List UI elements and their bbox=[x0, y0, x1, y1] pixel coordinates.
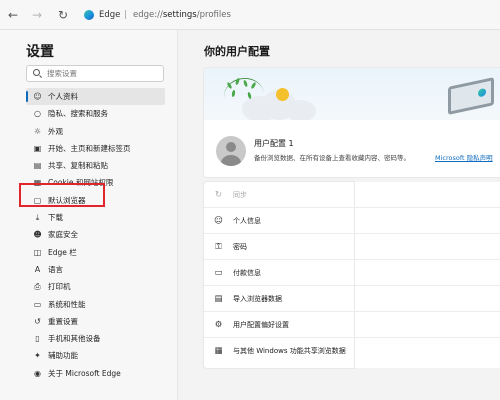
row-profile-preferences[interactable]: ⚙ 用户配置偏好设置 bbox=[204, 312, 500, 338]
system-icon: ▭ bbox=[33, 299, 42, 309]
card-icon: ▭ bbox=[214, 268, 223, 278]
profile-settings-list: ↻ 同步 ☺ 个人信息 ⚿ 密码 ▭ 付款信息 ▤ 导入浏览器数据 ⚙ 用户配置… bbox=[204, 182, 500, 368]
sidebar-item-privacy[interactable]: ○ 隐私、搜索和服务 bbox=[26, 105, 165, 122]
row-personal-info[interactable]: ☺ 个人信息 bbox=[204, 208, 500, 234]
search-input[interactable]: 搜索设置 bbox=[26, 65, 164, 82]
row-label: 个人信息 bbox=[233, 217, 261, 225]
sidebar-item-about[interactable]: ◉ 关于 Microsoft Edge bbox=[26, 365, 165, 382]
row-import-data[interactable]: ▤ 导入浏览器数据 bbox=[204, 286, 500, 312]
sidebar-item-profiles[interactable]: ☺ 个人资料 bbox=[26, 88, 165, 106]
share-icon: ▤ bbox=[33, 161, 42, 171]
reset-icon: ↺ bbox=[34, 316, 41, 326]
sidebar-item-label: 手机和其他设备 bbox=[48, 334, 101, 344]
search-icon bbox=[33, 69, 40, 76]
laptop-illustration bbox=[448, 77, 494, 115]
sidebar-item-label: Edge 栏 bbox=[48, 247, 77, 257]
lock-icon: ○ bbox=[34, 109, 41, 119]
printer-icon: ⎙ bbox=[34, 282, 41, 292]
windows-icon: ▦ bbox=[214, 346, 223, 356]
row-label: 同步 bbox=[233, 191, 247, 199]
row-label: 导入浏览器数据 bbox=[233, 295, 282, 303]
sync-icon: ↻ bbox=[214, 190, 223, 200]
sidebar-item-label: 家庭安全 bbox=[48, 230, 78, 240]
language-icon: A bbox=[34, 264, 41, 274]
profile-description: 备份浏览数据、在所有设备上查看收藏内容、密码等。 bbox=[254, 154, 410, 162]
sidebar-item-label: 语言 bbox=[48, 264, 63, 274]
sidebar-item-label: 打印机 bbox=[48, 282, 71, 292]
row-windows-share[interactable]: ▦ 与其他 Windows 功能共享浏览数据 bbox=[204, 338, 500, 364]
sidebar-title: 设置 bbox=[26, 44, 54, 60]
import-icon: ▤ bbox=[214, 294, 223, 304]
sidebar-item-label: 下载 bbox=[48, 213, 63, 223]
sidebar-item-label: 隐私、搜索和服务 bbox=[48, 109, 108, 119]
sidebar-item-appearance[interactable]: ☼ 外观 bbox=[26, 123, 165, 140]
profile-card: 用户配置 1 备份浏览数据、在所有设备上查看收藏内容、密码等。 Microsof… bbox=[204, 68, 500, 177]
sidebar-item-label: 共享、复制和粘贴 bbox=[48, 161, 108, 171]
settings-sidebar: 设置 搜索设置 ☺ 个人资料 ○ 隐私、搜索和服务 ☼ 外观 ▣ 开始、主页和新… bbox=[0, 30, 178, 400]
sidebar-item-reset[interactable]: ↺ 重置设置 bbox=[26, 313, 165, 330]
address-url[interactable]: edge://settings/profiles bbox=[133, 6, 231, 24]
profile-banner bbox=[204, 68, 500, 120]
edge-logo-icon bbox=[84, 10, 94, 20]
row-passwords[interactable]: ⚿ 密码 bbox=[204, 234, 500, 260]
row-label: 与其他 Windows 功能共享浏览数据 bbox=[233, 347, 346, 355]
sun-icon bbox=[276, 88, 289, 101]
person-icon: ☺ bbox=[214, 216, 223, 226]
sidebar-item-label: 系统和性能 bbox=[48, 299, 86, 309]
sidebar-item-label: 辅助功能 bbox=[48, 351, 78, 361]
address-bar[interactable]: Edge | edge://settings/profiles bbox=[84, 6, 484, 24]
sidebar-item-accessibility[interactable]: ✦ 辅助功能 bbox=[26, 347, 165, 364]
home-tab-icon: ▣ bbox=[33, 143, 42, 153]
sidebar-item-downloads[interactable]: ⤓ 下载 bbox=[26, 209, 165, 226]
search-placeholder: 搜索设置 bbox=[47, 69, 77, 78]
profile-settings-icon: ⚙ bbox=[214, 320, 223, 330]
person-icon: ☺ bbox=[33, 92, 42, 101]
sidebar-menu: ☺ 个人资料 ○ 隐私、搜索和服务 ☼ 外观 ▣ 开始、主页和新建标签页 ▤ 共… bbox=[26, 88, 165, 382]
highlight-box bbox=[19, 183, 105, 207]
sidebar-item-system[interactable]: ▭ 系统和性能 bbox=[26, 296, 165, 313]
profile-name: 用户配置 1 bbox=[254, 139, 294, 148]
row-payment-info[interactable]: ▭ 付款信息 bbox=[204, 260, 500, 286]
accessibility-icon: ✦ bbox=[34, 351, 41, 361]
sidebar-item-edge-bar[interactable]: ◫ Edge 栏 bbox=[26, 244, 165, 261]
sidebar-icon: ◫ bbox=[33, 247, 42, 257]
palette-icon: ☼ bbox=[33, 126, 42, 136]
arrow-left-icon[interactable]: ← bbox=[6, 8, 20, 22]
edge-icon: ◉ bbox=[34, 368, 41, 378]
phone-icon: ▯ bbox=[35, 334, 40, 344]
sidebar-item-languages[interactable]: A 语言 bbox=[26, 261, 165, 278]
row-sync[interactable]: ↻ 同步 bbox=[204, 182, 500, 208]
sidebar-item-label: 开始、主页和新建标签页 bbox=[48, 143, 131, 153]
family-icon: ☻ bbox=[33, 230, 42, 240]
download-icon: ⤓ bbox=[35, 213, 40, 223]
sidebar-item-family[interactable]: ☻ 家庭安全 bbox=[26, 226, 165, 243]
sidebar-item-label: 关于 Microsoft Edge bbox=[48, 368, 121, 378]
row-label: 付款信息 bbox=[233, 269, 261, 277]
reload-icon[interactable]: ↻ bbox=[56, 8, 70, 22]
privacy-statement-link[interactable]: Microsoft 隐私声明 bbox=[435, 152, 493, 162]
sidebar-item-phone[interactable]: ▯ 手机和其他设备 bbox=[26, 330, 165, 347]
address-bar-area: ← → ↻ Edge | edge://settings/profiles bbox=[0, 0, 500, 30]
page-title: 你的用户配置 bbox=[204, 45, 270, 58]
sidebar-item-start-home[interactable]: ▣ 开始、主页和新建标签页 bbox=[26, 140, 165, 157]
address-separator: | bbox=[124, 10, 127, 20]
key-icon: ⚿ bbox=[215, 242, 222, 252]
sidebar-item-label: 外观 bbox=[48, 126, 63, 136]
row-label: 用户配置偏好设置 bbox=[233, 321, 289, 329]
address-app-name: Edge bbox=[99, 10, 121, 20]
sidebar-item-label: 个人资料 bbox=[48, 92, 78, 101]
sidebar-item-share-copy[interactable]: ▤ 共享、复制和粘贴 bbox=[26, 157, 165, 174]
sidebar-item-printers[interactable]: ⎙ 打印机 bbox=[26, 278, 165, 295]
arrow-right-icon[interactable]: → bbox=[30, 8, 44, 22]
row-label: 密码 bbox=[233, 243, 247, 251]
avatar[interactable] bbox=[216, 136, 246, 166]
sidebar-item-label: 重置设置 bbox=[48, 316, 78, 326]
